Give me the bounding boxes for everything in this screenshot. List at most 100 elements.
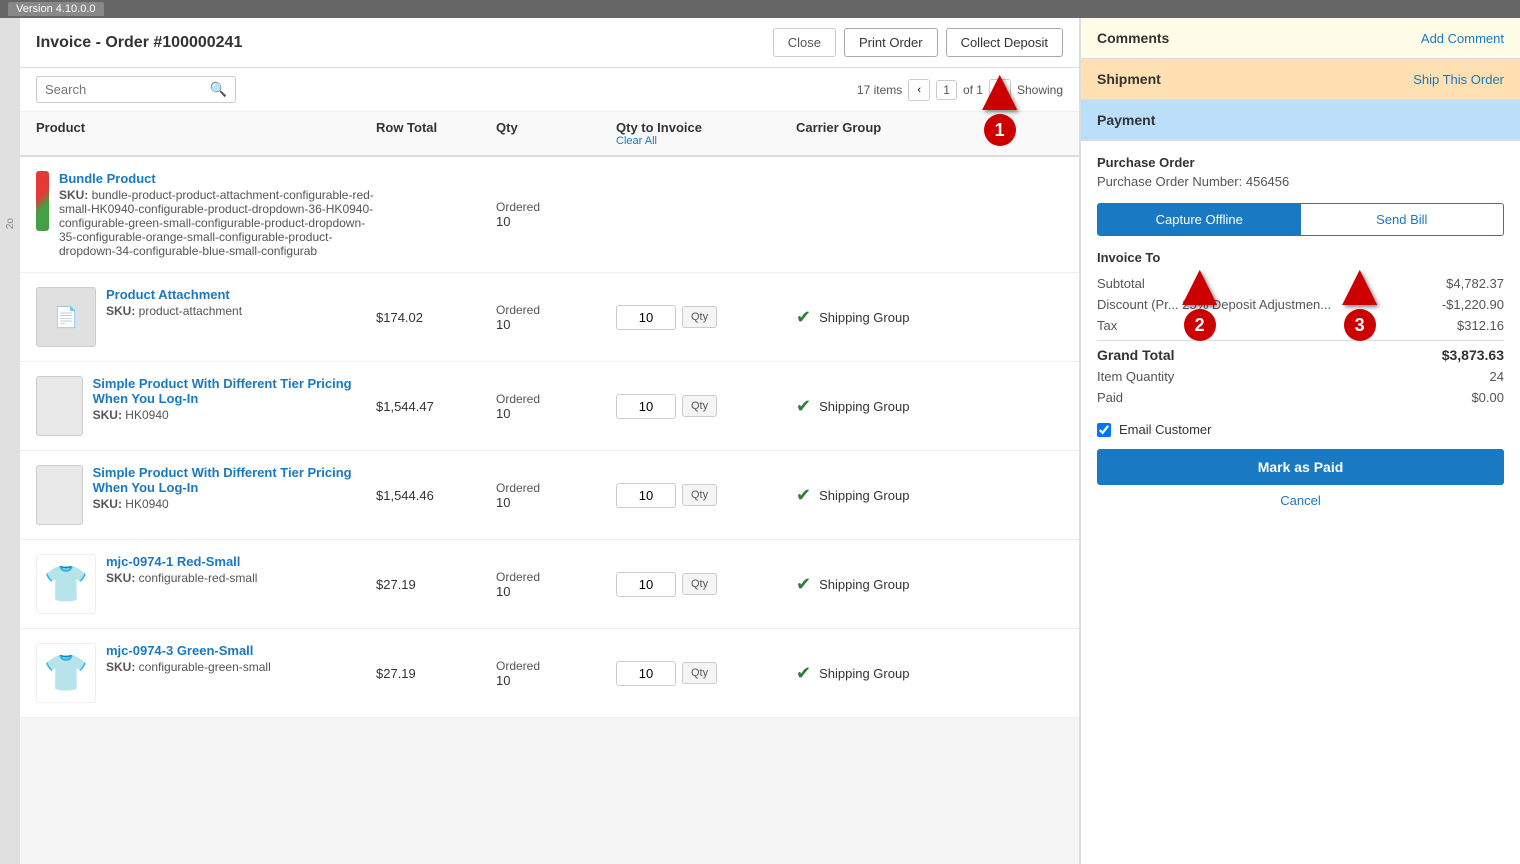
subtotal-label: Subtotal [1097, 276, 1145, 291]
tax-row: Tax $312.16 [1097, 315, 1504, 336]
purchase-order-label: Purchase Order [1097, 155, 1504, 170]
qty-cell: Ordered 10 [496, 570, 616, 599]
qty-invoice-input: Qty [616, 483, 796, 508]
qty-invoice-field[interactable] [616, 305, 676, 330]
product-sku: SKU: bundle-product-product-attachment-c… [59, 188, 376, 258]
carrier-cell: ✔ Shipping Group [796, 663, 1063, 684]
invoice-header: Invoice - Order #100000241 Close Print O… [20, 18, 1079, 68]
check-icon: ✔ [796, 663, 811, 684]
col-product: Product [36, 120, 376, 147]
table-row: Bundle Product SKU: bundle-product-produ… [20, 157, 1079, 273]
email-customer-label: Email Customer [1119, 422, 1211, 437]
paid-label: Paid [1097, 390, 1123, 405]
qty-label: Ordered [496, 303, 616, 317]
clear-all-link[interactable]: Clear All [616, 135, 796, 147]
qty-button[interactable]: Qty [682, 484, 717, 506]
search-box[interactable]: 🔍 [36, 76, 236, 103]
carrier-group-name: Shipping Group [819, 488, 909, 503]
discount-value: -$1,220.90 [1442, 297, 1504, 312]
close-button[interactable]: Close [773, 28, 836, 57]
carrier-group-cell: ✔ Shipping Group [796, 307, 1063, 328]
email-customer-checkbox[interactable] [1097, 423, 1111, 437]
qty-invoice-field[interactable] [616, 661, 676, 686]
qty-button[interactable]: Qty [682, 395, 717, 417]
col-qty-invoice: Qty to Invoice Clear All [616, 120, 796, 147]
search-icon: 🔍 [210, 81, 227, 98]
table-body: Bundle Product SKU: bundle-product-produ… [20, 157, 1079, 864]
product-name: Bundle Product [59, 171, 376, 186]
qty-value: 10 [496, 673, 616, 688]
qty-label: Ordered [496, 659, 616, 673]
left-panel: Invoice - Order #100000241 Close Print O… [20, 18, 1080, 864]
invoice-totals: Invoice To Subtotal $4,782.37 Discount (… [1097, 250, 1504, 408]
next-page-button[interactable]: › [989, 79, 1011, 101]
qty-value: 10 [496, 317, 616, 332]
product-name: Simple Product With Different Tier Prici… [93, 376, 376, 406]
check-icon: ✔ [796, 307, 811, 328]
table-row: Simple Product With Different Tier Prici… [20, 451, 1079, 540]
page-number: 1 [936, 80, 957, 100]
version-bar: Version 4.10.0.0 [0, 0, 1520, 18]
subtotal-value: $4,782.37 [1446, 276, 1504, 291]
toolbar: 🔍 17 items ‹ 1 of 1 › Showing [20, 68, 1079, 112]
cancel-link[interactable]: Cancel [1097, 493, 1504, 508]
qty-button[interactable]: Qty [682, 662, 717, 684]
qty-label: Ordered [496, 392, 616, 406]
product-info: Bundle Product SKU: bundle-product-produ… [59, 171, 376, 258]
capture-offline-button[interactable]: Capture Offline [1098, 204, 1301, 235]
product-info: Product Attachment SKU: product-attachme… [106, 287, 242, 318]
send-bill-button[interactable]: Send Bill [1301, 204, 1504, 235]
product-name: Simple Product With Different Tier Prici… [93, 465, 376, 495]
col-qty: Qty [496, 120, 616, 147]
qty-invoice-input: Qty [616, 305, 796, 330]
print-order-button[interactable]: Print Order [844, 28, 938, 57]
product-cell: Simple Product With Different Tier Prici… [36, 376, 376, 436]
qty-value: 10 [496, 214, 616, 229]
carrier-group-name: Shipping Group [819, 399, 909, 414]
product-sku: SKU: product-attachment [106, 304, 242, 318]
qty-invoice-cell: Qty [616, 661, 796, 686]
grand-total-label: Grand Total [1097, 347, 1175, 363]
qty-invoice-field[interactable] [616, 394, 676, 419]
add-comment-button[interactable]: Add Comment [1421, 31, 1504, 46]
search-input[interactable] [45, 82, 210, 97]
row-total: $27.19 [376, 577, 496, 592]
check-icon: ✔ [796, 396, 811, 417]
qty-cell: Ordered 10 [496, 481, 616, 510]
product-name: mjc-0974-1 Red-Small [106, 554, 257, 569]
discount-label: Discount (Pr... 25% Deposit Adjustmen... [1097, 297, 1331, 312]
qty-value: 10 [496, 406, 616, 421]
table-row: 👕 mjc-0974-1 Red-Small SKU: configurable… [20, 540, 1079, 629]
prev-page-button[interactable]: ‹ [908, 79, 930, 101]
row-total: $1,544.47 [376, 399, 496, 414]
collect-deposit-button[interactable]: Collect Deposit [946, 28, 1063, 57]
qty-invoice-cell: Qty [616, 394, 796, 419]
carrier-group-cell: ✔ Shipping Group [796, 485, 1063, 506]
qty-button[interactable]: Qty [682, 306, 717, 328]
capture-buttons: Capture Offline Send Bill [1097, 203, 1504, 236]
qty-button[interactable]: Qty [682, 573, 717, 595]
product-sku: SKU: HK0940 [93, 497, 376, 511]
carrier-group-name: Shipping Group [819, 666, 909, 681]
qty-label: Ordered [496, 481, 616, 495]
qty-invoice-field[interactable] [616, 483, 676, 508]
ship-this-order-button[interactable]: Ship This Order [1413, 72, 1504, 87]
carrier-group-name: Shipping Group [819, 577, 909, 592]
qty-invoice-field[interactable] [616, 572, 676, 597]
carrier-cell: ✔ Shipping Group [796, 574, 1063, 595]
table-row: 📄 Product Attachment SKU: product-attach… [20, 273, 1079, 362]
pagination: 17 items ‹ 1 of 1 › Showing [857, 79, 1063, 101]
qty-cell: Ordered 10 [496, 659, 616, 688]
carrier-cell: ✔ Shipping Group [796, 307, 1063, 328]
purchase-order-num: Purchase Order Number: 456456 [1097, 174, 1504, 189]
row-total: $1,544.46 [376, 488, 496, 503]
product-cell: Simple Product With Different Tier Prici… [36, 465, 376, 525]
email-customer: Email Customer [1097, 422, 1504, 437]
qty-invoice-cell: Qty [616, 483, 796, 508]
qty-invoice-input: Qty [616, 572, 796, 597]
page-of: of 1 [963, 83, 983, 97]
mark-as-paid-button[interactable]: Mark as Paid [1097, 449, 1504, 485]
right-panel: Comments Add Comment Shipment Ship This … [1080, 18, 1520, 864]
carrier-group-cell: ✔ Shipping Group [796, 396, 1063, 417]
col-row-total: Row Total [376, 120, 496, 147]
